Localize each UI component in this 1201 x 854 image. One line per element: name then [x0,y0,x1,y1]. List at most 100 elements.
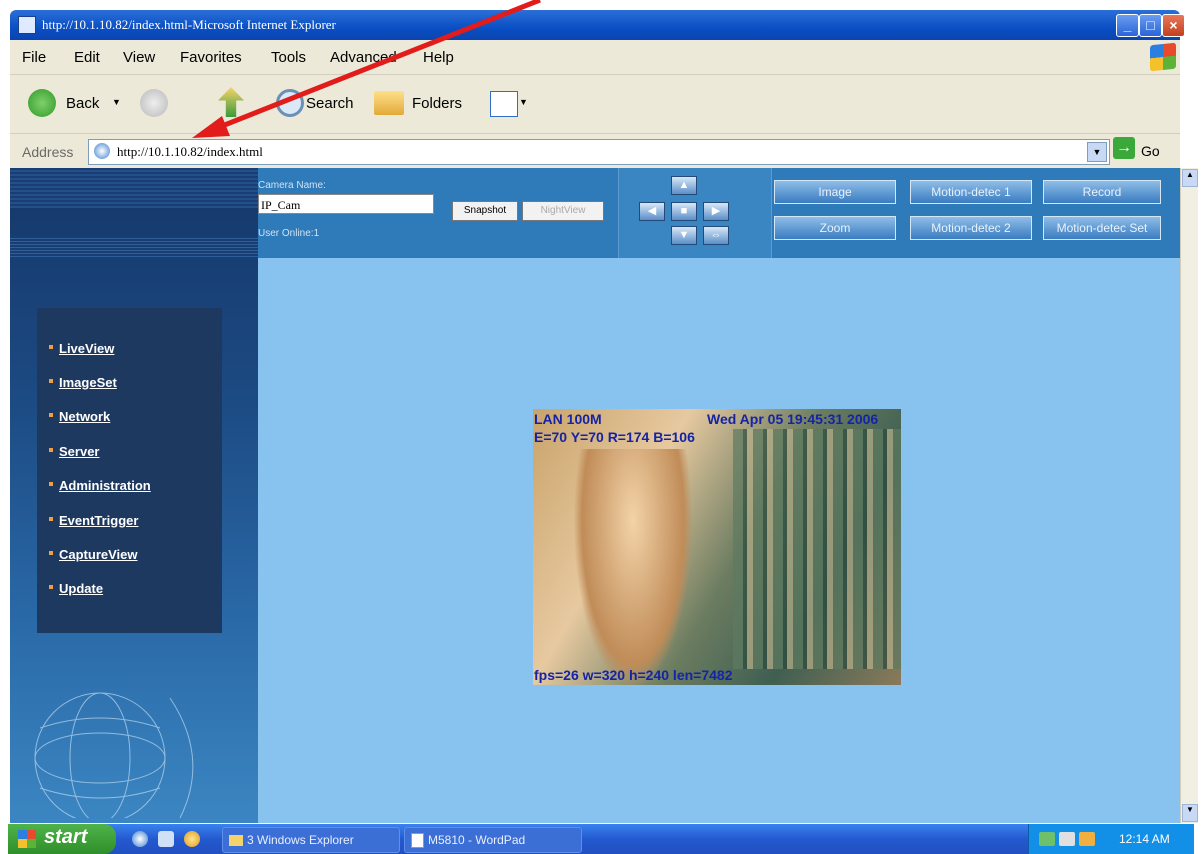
ptz-left-button[interactable]: ◀ [639,202,665,221]
address-url[interactable]: http://10.1.10.82/index.html [117,144,263,160]
ptz-up-button[interactable]: ▲ [671,176,697,195]
views-icon[interactable] [490,91,518,117]
image-button[interactable]: Image [774,180,896,204]
search-icon[interactable] [276,89,304,117]
go-button-label[interactable]: Go [1141,143,1160,159]
windows-logo-icon [1150,42,1176,72]
folders-button-label[interactable]: Folders [412,95,462,112]
tray-clock: 12:14 AM [1119,832,1170,846]
menu-bar: File Edit View Favorites Tools Advanced … [10,40,1180,75]
video-overlay-datetime: Wed Apr 05 19:45:31 2006 [707,411,879,427]
motion-detec-set-button[interactable]: Motion-detec Set [1043,216,1161,240]
maximize-button[interactable]: □ [1139,14,1162,37]
ptz-panel: ▲ ◀ ■ ▶ ▼ ⇔ [618,168,772,258]
snapshot-button[interactable]: Snapshot [452,201,518,221]
nightview-button[interactable]: NightView [522,201,604,221]
sidebar-item-label: LiveView [59,341,115,356]
user-online-label: User Online:1 [258,228,320,239]
sidebar-item-label: Network [59,409,111,424]
sidebar-item-network[interactable]: Network [49,409,111,424]
folders-icon[interactable] [374,91,404,115]
quicklaunch-desktop-icon[interactable] [158,831,174,847]
ie-icon [18,16,36,34]
system-tray: 12:14 AM [1028,824,1194,854]
sidebar-divider-stripes [10,238,258,258]
sidebar-item-server[interactable]: Server [49,444,100,459]
live-video-view[interactable]: LAN 100M Wed Apr 05 19:45:31 2006 E=70 Y… [533,409,901,685]
record-button[interactable]: Record [1043,180,1161,204]
globe-decoration-icon [34,692,194,818]
web-page: LiveView ImageSet Network Server Adminis… [10,168,1180,823]
folder-icon [229,835,243,847]
ptz-home-button[interactable]: ■ [671,202,697,221]
task-label: M5810 - WordPad [428,833,526,847]
menu-help[interactable]: Help [423,49,454,66]
quicklaunch-media-icon[interactable] [184,831,200,847]
taskbar: start 3 Windows Explorer M5810 - WordPad… [8,824,1194,854]
up-folder-icon[interactable] [218,87,244,117]
wordpad-icon [411,833,424,849]
ptz-patrol-button[interactable]: ⇔ [703,226,729,245]
motion-detec-1-button[interactable]: Motion-detec 1 [910,180,1032,204]
video-overlay-color-values: E=70 Y=70 R=174 B=106 [534,429,695,445]
sidebar-item-administration[interactable]: Administration [49,478,151,493]
sidebar-nav: LiveView ImageSet Network Server Adminis… [37,308,222,633]
menu-favorites[interactable]: Favorites [180,49,242,66]
sidebar-item-label: Server [59,444,100,459]
sidebar: LiveView ImageSet Network Server Adminis… [10,168,258,823]
sidebar-item-update[interactable]: Update [49,581,104,596]
menu-tools[interactable]: Tools [271,49,306,66]
camera-name-field[interactable]: IP_Cam [258,194,434,214]
video-overlay-network: LAN 100M [534,411,602,427]
views-dropdown-icon[interactable]: ▼ [519,97,528,107]
minimize-button[interactable]: _ [1116,14,1139,37]
ptz-right-button[interactable]: ▶ [703,202,729,221]
tray-app-icon[interactable] [1079,832,1095,846]
sidebar-item-eventtrigger[interactable]: EventTrigger [49,513,139,528]
sidebar-item-label: Update [59,581,104,596]
vertical-scrollbar[interactable]: ▲ ▼ [1180,168,1198,823]
menu-file[interactable]: File [22,49,46,66]
sidebar-item-liveview[interactable]: LiveView [49,341,115,356]
address-dropdown-icon[interactable]: ▼ [1087,142,1107,162]
tray-network-icon[interactable] [1039,832,1055,846]
sidebar-header-stripes [10,168,258,208]
start-label: start [44,826,88,848]
search-button-label[interactable]: Search [306,95,354,112]
start-windows-icon [18,830,36,848]
window-title-bar: http://10.1.10.82/index.html-Microsoft I… [10,10,1185,40]
menu-view[interactable]: View [123,49,155,66]
window-title: http://10.1.10.82/index.html-Microsoft I… [42,17,336,32]
go-arrow-icon[interactable]: → [1113,137,1135,159]
zoom-button[interactable]: Zoom [774,216,896,240]
page-icon [94,143,110,159]
address-label: Address [22,144,74,160]
menu-advanced[interactable]: Advanced [330,49,397,66]
close-button[interactable]: × [1162,14,1185,37]
task-label: 3 Windows Explorer [247,833,354,847]
tray-keyboard-icon[interactable] [1059,832,1075,846]
back-button-label[interactable]: Back [66,95,99,112]
motion-detec-2-button[interactable]: Motion-detec 2 [910,216,1032,240]
camera-info-panel: Camera Name: IP_Cam Snapshot NightView U… [258,168,618,258]
video-person-shape [573,449,693,685]
start-button[interactable]: start [8,824,116,854]
back-arrow-icon[interactable] [28,89,56,117]
menu-edit[interactable]: Edit [74,49,100,66]
scroll-up-icon[interactable]: ▲ [1182,169,1198,187]
scroll-down-icon[interactable]: ▼ [1182,804,1198,822]
address-input[interactable]: http://10.1.10.82/index.html ▼ [88,139,1110,165]
video-shelves-shape [733,429,901,669]
camera-control-strip: Camera Name: IP_Cam Snapshot NightView U… [258,168,1180,258]
sidebar-item-imageset[interactable]: ImageSet [49,375,117,390]
quicklaunch-ie-icon[interactable] [132,831,148,847]
video-overlay-stats: fps=26 w=320 h=240 len=7482 [534,667,733,683]
sidebar-item-captureview[interactable]: CaptureView [49,547,138,562]
sidebar-item-label: EventTrigger [59,513,139,528]
ptz-down-button[interactable]: ▼ [671,226,697,245]
task-wordpad[interactable]: M5810 - WordPad [404,827,582,853]
back-dropdown-icon[interactable]: ▼ [112,97,121,107]
sidebar-item-label: CaptureView [59,547,138,562]
task-windows-explorer[interactable]: 3 Windows Explorer [222,827,400,853]
forward-arrow-icon[interactable] [140,89,168,117]
